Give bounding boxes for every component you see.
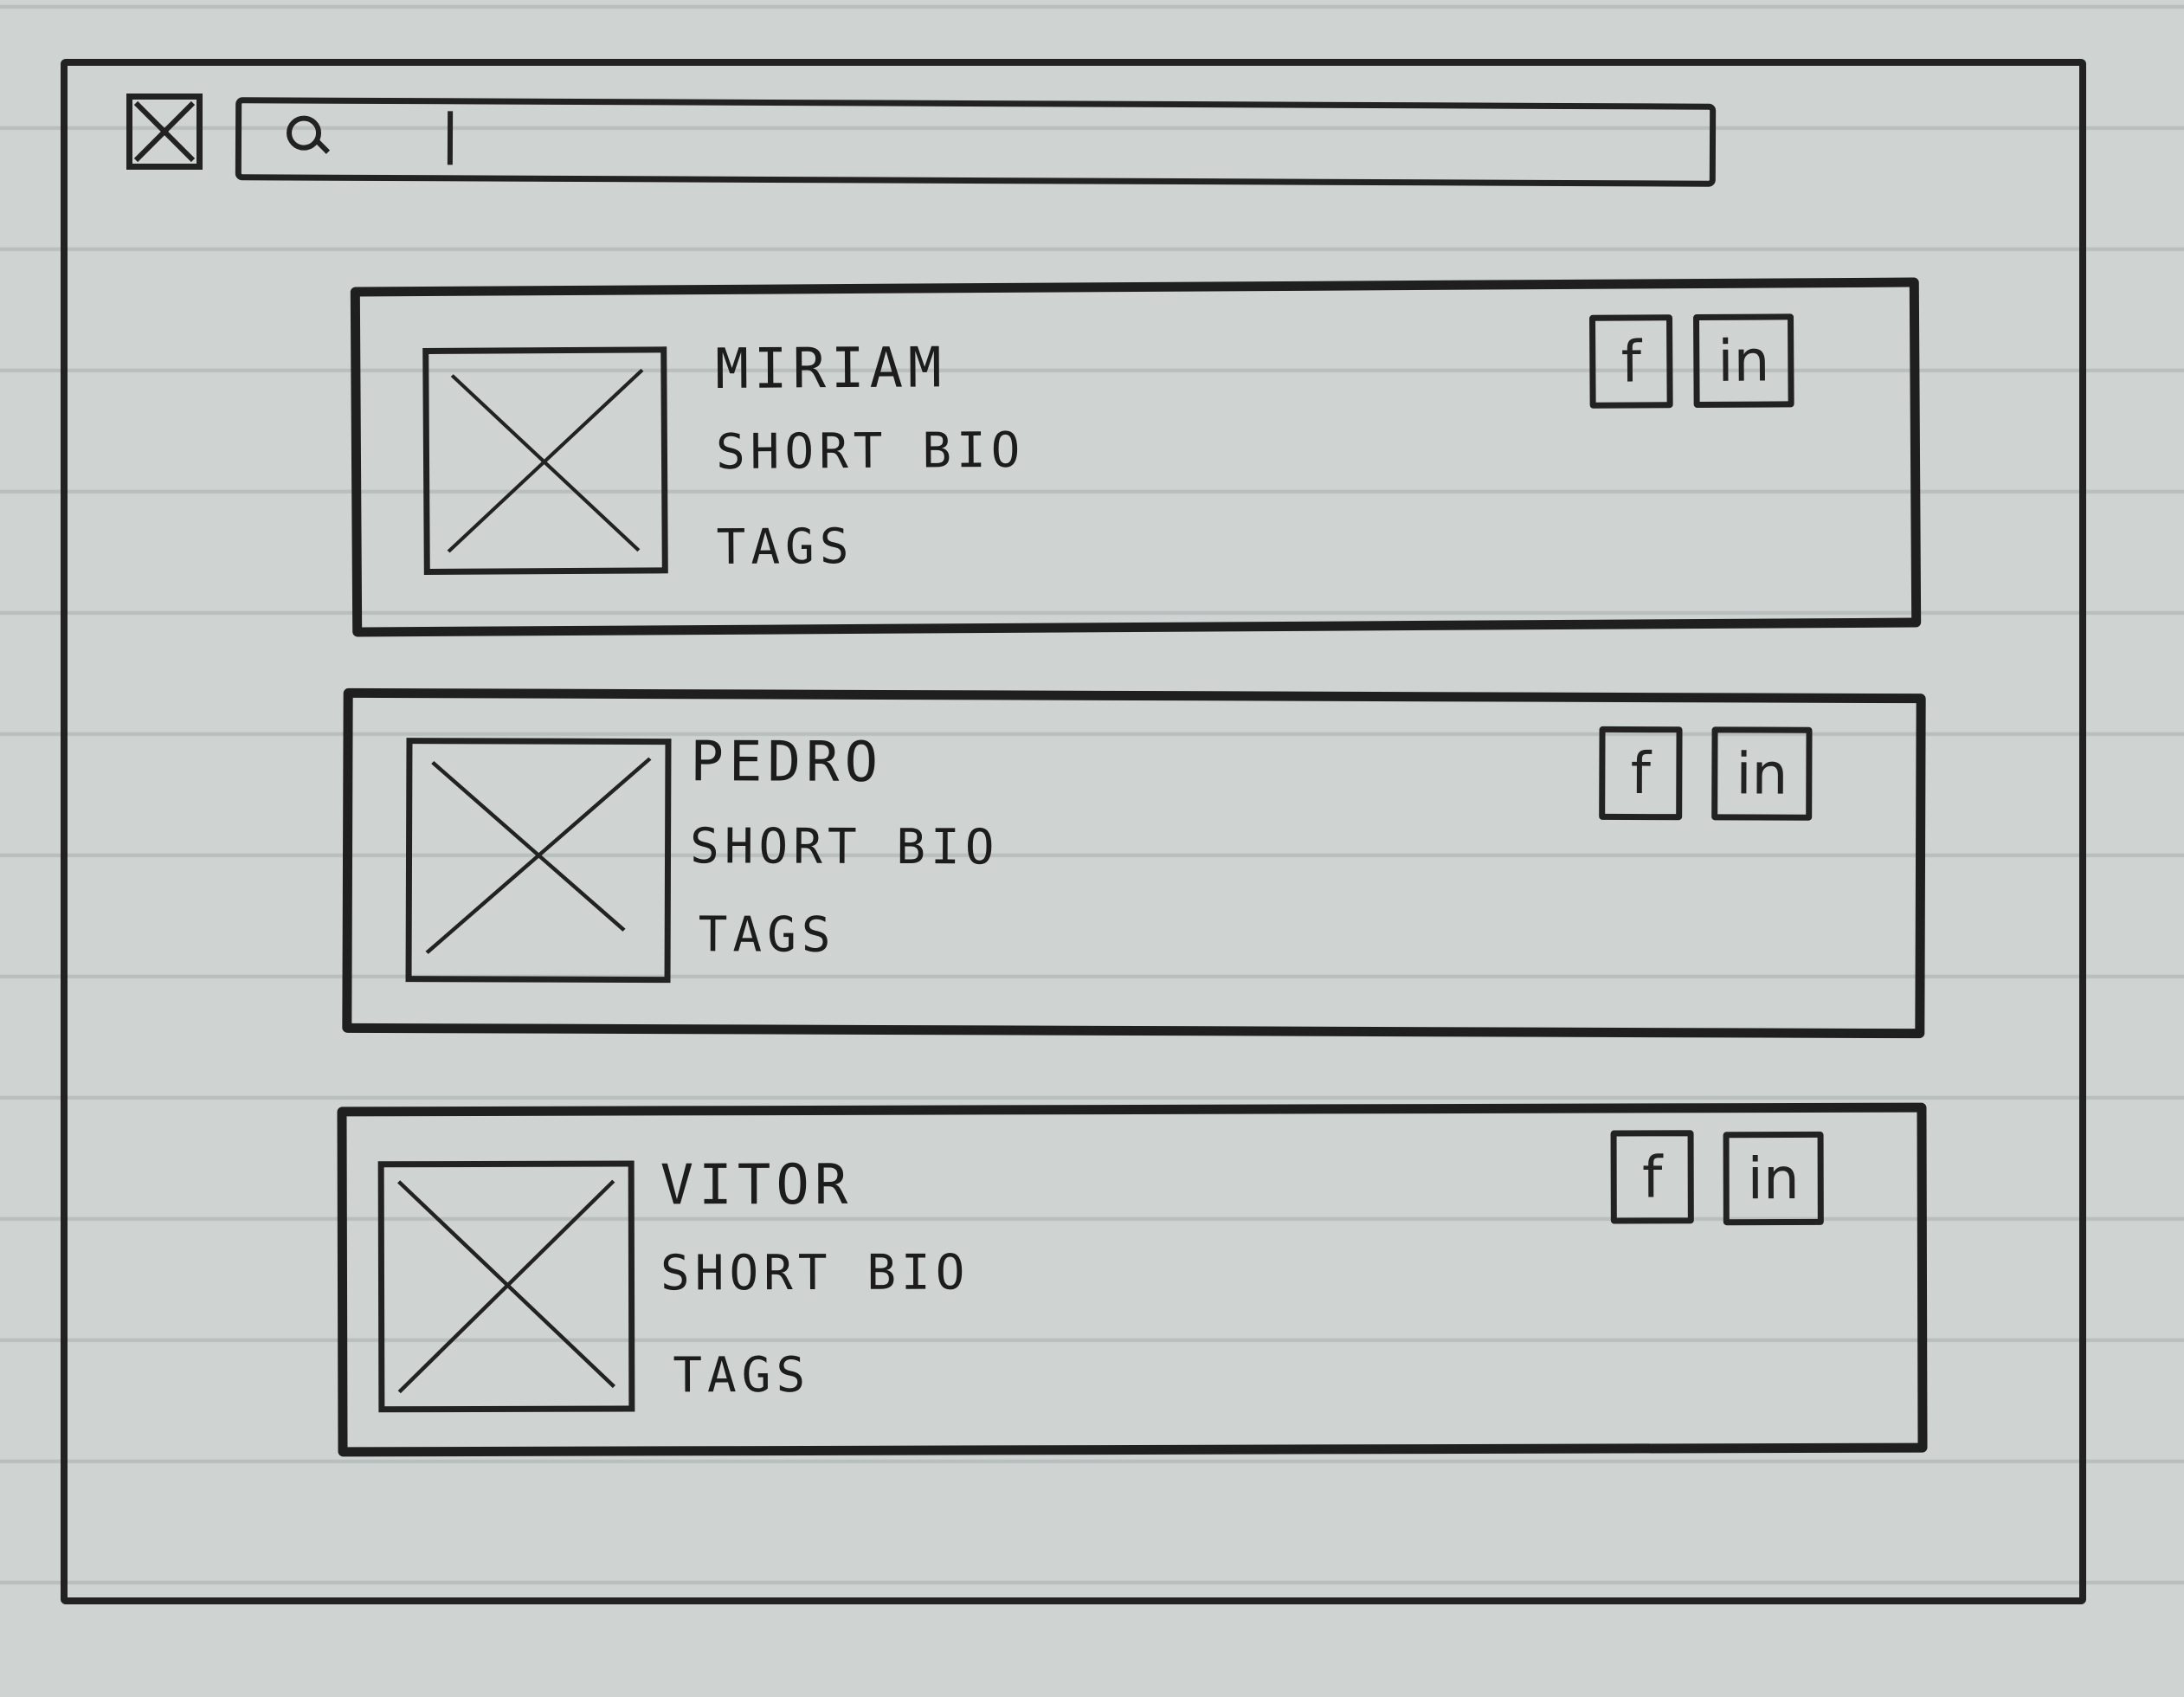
avatar: [405, 738, 672, 984]
profile-tags: TAGS: [698, 907, 836, 964]
app-window: MIRIAM SHORT BIO TAGS f in PEDRO SHORT B…: [61, 59, 2086, 1604]
profile-card[interactable]: PEDRO SHORT BIO TAGS f in: [342, 687, 1926, 1039]
search-divider: [447, 111, 454, 165]
linkedin-icon[interactable]: in: [1711, 726, 1813, 821]
profile-bio: SHORT BIO: [689, 818, 1000, 876]
profile-card[interactable]: MIRIAM SHORT BIO TAGS f in: [350, 277, 1922, 637]
search-icon[interactable]: [278, 108, 338, 160]
facebook-icon[interactable]: f: [1599, 726, 1683, 821]
profile-tags: TAGS: [716, 518, 854, 576]
avatar: [422, 346, 668, 576]
profile-name: PEDRO: [690, 730, 884, 795]
profile-name: MIRIAM: [715, 336, 947, 402]
search-input[interactable]: [467, 109, 1702, 179]
linkedin-icon[interactable]: in: [1693, 313, 1794, 409]
facebook-icon[interactable]: f: [1589, 314, 1673, 409]
profile-bio: SHORT BIO: [660, 1244, 970, 1302]
close-icon[interactable]: [126, 94, 203, 170]
facebook-icon[interactable]: f: [1610, 1130, 1694, 1224]
profile-card[interactable]: VITOR SHORT BIO TAGS f in: [337, 1102, 1928, 1457]
profile-tags: TAGS: [673, 1346, 811, 1404]
avatar: [377, 1160, 635, 1413]
linkedin-icon[interactable]: in: [1723, 1131, 1824, 1226]
search-bar: [235, 97, 1717, 187]
profile-bio: SHORT BIO: [715, 422, 1026, 481]
profile-name: VITOR: [660, 1152, 854, 1218]
